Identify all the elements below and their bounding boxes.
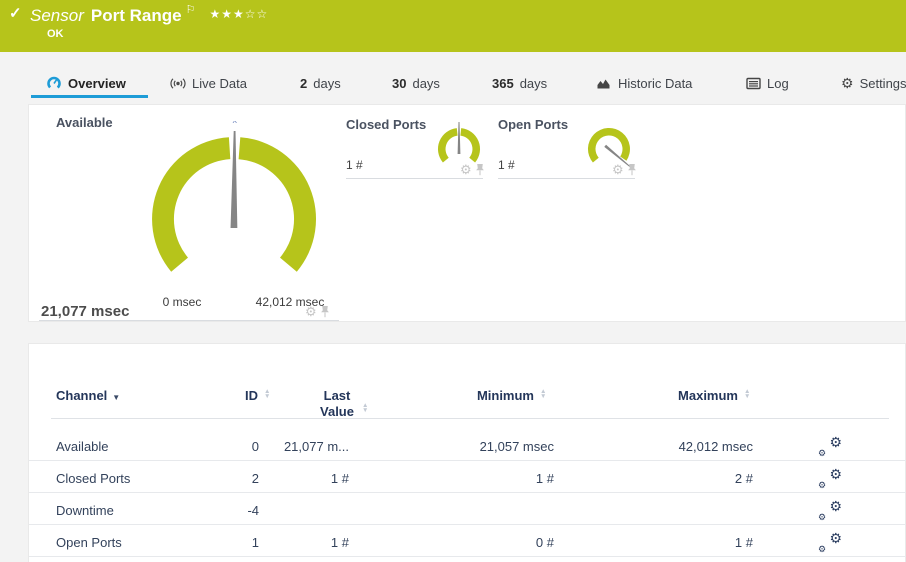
tab-365-days[interactable]: 365 days <box>492 72 547 94</box>
column-header-minimum[interactable]: Minimum <box>449 388 534 404</box>
sensor-header-bar: ✓ Sensor Port Range ⚐ ★★★☆☆ OK <box>0 0 906 52</box>
pin-icon[interactable] <box>320 305 330 318</box>
channel-minimum: 21,057 msec <box>479 438 554 454</box>
open-ports-value: 1 # <box>498 158 515 172</box>
available-panel-label: Available <box>56 115 113 130</box>
gear-icon[interactable]: ⚙ <box>460 163 472 176</box>
tab-log[interactable]: Log <box>746 72 789 94</box>
tab-30-days[interactable]: 30 days <box>392 72 440 94</box>
tab-30-days-unit: days <box>412 75 440 91</box>
gauge-icon <box>47 76 61 91</box>
closed-ports-value: 1 # <box>346 158 363 172</box>
available-panel-actions: ⚙ <box>305 305 330 318</box>
panel-divider <box>39 320 339 321</box>
channel-maximum: 2 # <box>734 470 753 486</box>
column-header-channel[interactable]: Channel ▼ <box>56 388 120 406</box>
area-chart-icon <box>597 79 610 89</box>
status-check-icon: ✓ <box>9 5 22 22</box>
svg-text:x̄: x̄ <box>232 121 237 125</box>
channel-maximum: 1 # <box>734 535 753 551</box>
priority-stars[interactable]: ★★★☆☆ <box>209 7 268 21</box>
panel-divider <box>346 178 483 179</box>
stars-empty: ☆☆ <box>244 7 269 21</box>
closed-ports-panel-label: Closed Ports <box>346 117 427 132</box>
channel-minimum: 0 # <box>535 535 554 551</box>
gear-icon[interactable]: ⚙ <box>612 163 624 176</box>
tab-overview-label: Overview <box>68 75 126 91</box>
tab-365-days-number: 365 <box>492 75 514 91</box>
tab-live-data[interactable]: Live Data <box>170 72 247 94</box>
tab-live-data-label: Live Data <box>192 75 247 91</box>
available-gauge: x̄ <box>139 115 329 286</box>
channel-table-card: Channel ▼ ID ▲ ▼ Last Value ▲ ▼ Minimum ▲ ▼ … <box>28 343 906 562</box>
channel-last-value <box>259 503 349 519</box>
gear-icon[interactable]: ⚙ <box>305 305 317 318</box>
channel-settings-icon[interactable]: ⚙ ⚙ <box>816 499 842 522</box>
closed-ports-panel-actions: ⚙ <box>460 163 485 176</box>
pin-icon[interactable] <box>475 163 485 176</box>
sensor-type-label: Sensor <box>30 6 84 25</box>
table-row: Closed Ports 2 1 # 1 # 2 # ⚙ ⚙ <box>29 461 906 493</box>
tab-historic-data[interactable]: Historic Data <box>596 72 692 94</box>
channel-maximum <box>623 503 753 519</box>
channel-settings-icon[interactable]: ⚙ ⚙ <box>816 531 842 554</box>
gauge-min-label: 0 msec <box>162 295 202 309</box>
channel-last-value: 1 # <box>330 470 349 486</box>
channel-last-value: 1 # <box>330 535 349 551</box>
pin-icon[interactable] <box>627 163 637 176</box>
channel-minimum: 1 # <box>535 470 554 486</box>
tab-2-days-unit: days <box>313 75 341 91</box>
column-header-channel-label: Channel <box>56 388 108 403</box>
tab-365-days-unit: days <box>519 75 548 91</box>
column-header-maximum[interactable]: Maximum <box>653 388 738 404</box>
tab-settings[interactable]: ⚙ Settings <box>841 72 906 94</box>
column-header-last-value[interactable]: Last Value <box>315 388 359 420</box>
gear-icon: ⚙ <box>841 74 854 91</box>
channel-id: 0 <box>251 438 259 454</box>
sensor-title: Sensor Port Range ⚐ ★★★☆☆ <box>30 3 268 26</box>
tab-30-days-number: 30 <box>392 75 407 91</box>
tab-2-days-number: 2 <box>300 75 308 91</box>
sort-icon: ▲ ▼ <box>744 388 751 400</box>
available-value: 21,077 msec <box>41 303 130 320</box>
tab-overview[interactable]: Overview <box>46 72 126 94</box>
channel-settings-icon[interactable]: ⚙ ⚙ <box>816 435 842 458</box>
panel-divider <box>498 178 635 179</box>
table-row: Available 0 21,077 m... 21,057 msec 42,0… <box>29 418 906 461</box>
channel-minimum <box>424 503 554 519</box>
channel-id: -4 <box>247 503 259 518</box>
page-title: Port Range <box>90 6 182 25</box>
channel-last-value: 21,077 m... <box>283 438 349 454</box>
live-data-icon <box>170 77 186 89</box>
open-ports-panel-label: Open Ports <box>498 117 569 132</box>
overview-gauges-card: Available x̄ 0 msec 42,012 msec 21,077 m… <box>28 104 906 322</box>
log-icon <box>746 77 761 89</box>
open-ports-panel-actions: ⚙ <box>612 163 637 176</box>
stars-filled: ★★★ <box>209 7 245 21</box>
column-header-id[interactable]: ID <box>209 388 258 404</box>
tab-settings-label: Settings <box>859 75 906 91</box>
channel-maximum: 42,012 msec <box>678 438 753 454</box>
sort-icon: ▲ ▼ <box>362 402 369 414</box>
tab-2-days[interactable]: 2 days <box>300 72 341 94</box>
tab-log-label: Log <box>767 75 789 91</box>
sort-desc-icon: ▼ <box>112 393 121 402</box>
status-badge: OK <box>47 28 64 40</box>
prtg-sensor-page: ✓ Sensor Port Range ⚐ ★★★☆☆ OK Overview Liv… <box>0 0 906 562</box>
sort-icon: ▲ ▼ <box>264 388 271 400</box>
channel-id: 2 <box>251 470 259 486</box>
flag-icon[interactable]: ⚐ <box>186 4 196 16</box>
channel-settings-icon[interactable]: ⚙ ⚙ <box>816 467 842 490</box>
tab-historic-data-label: Historic Data <box>618 75 693 91</box>
active-tab-underline <box>31 95 148 98</box>
tab-bar: Overview Live Data 2 days 30 days 365 da… <box>0 52 906 104</box>
table-row: Downtime -4 ⚙ ⚙ <box>29 493 906 525</box>
table-row: Open Ports 1 1 # 0 # 1 # ⚙ ⚙ <box>29 525 906 558</box>
channel-id: 1 <box>251 535 259 551</box>
sort-icon: ▲ ▼ <box>540 388 547 400</box>
